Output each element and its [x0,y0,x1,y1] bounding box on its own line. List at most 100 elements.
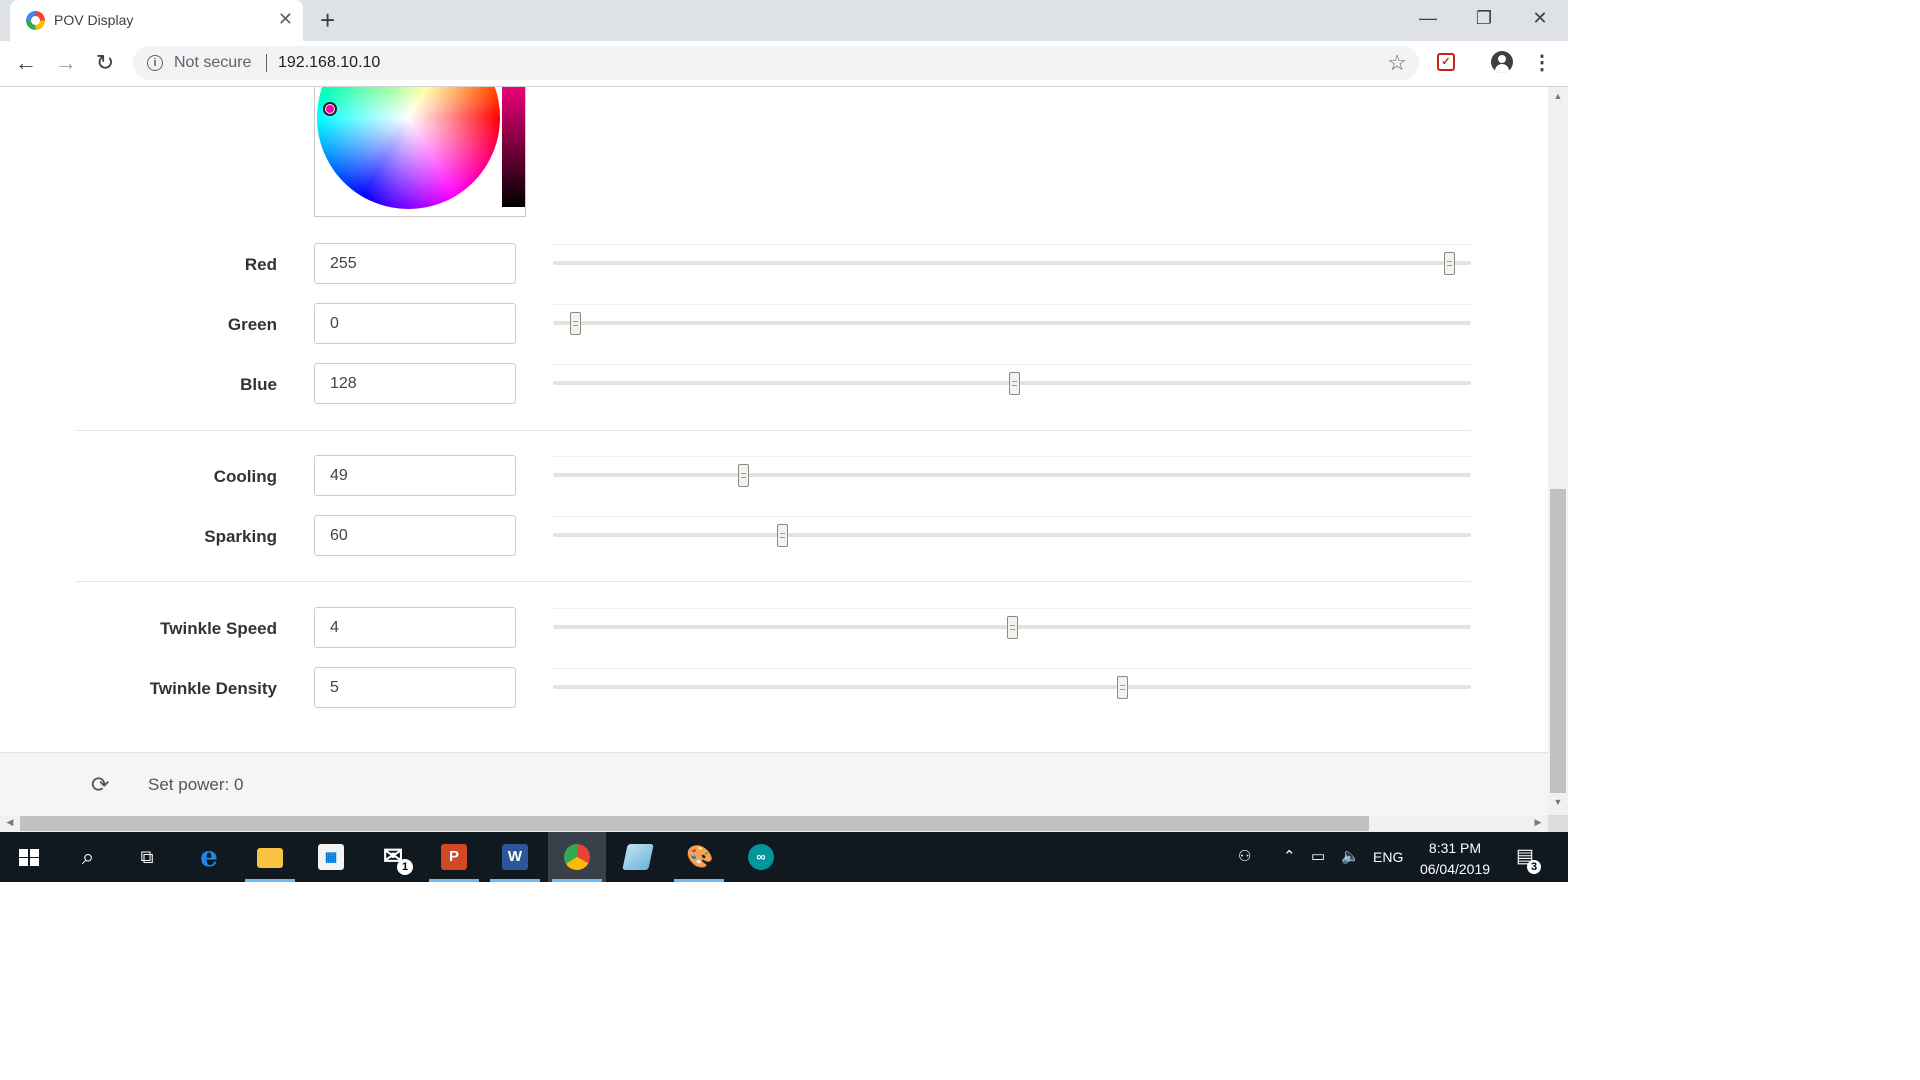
language-indicator[interactable]: ENG [1373,849,1403,865]
tab-pov-display[interactable]: POV Display ✕ [10,0,303,41]
mail-taskbar-button[interactable]: ✉ 1 [364,832,422,882]
red-slider[interactable] [553,244,1471,284]
paint-palette-icon: 🎨 [686,844,714,869]
start-button[interactable] [0,832,58,882]
windows-logo-icon [19,849,39,866]
section-divider [76,430,1471,431]
sparking-input[interactable]: 60 [314,515,516,556]
chevron-up-icon[interactable]: ⌃ [1283,847,1296,865]
red-label: Red [244,255,277,274]
forward-arrow-icon[interactable]: → [52,50,80,78]
sparking-slider[interactable] [553,516,1471,556]
brightness-strip[interactable] [502,87,525,207]
clock[interactable]: 8:31 PM 06/04/2019 [1405,838,1505,880]
word-taskbar-button[interactable]: W [486,832,544,882]
vertical-scroll-thumb[interactable] [1550,489,1566,793]
task-view-button[interactable]: ⧉ [118,832,176,882]
battery-icon[interactable]: ▭ [1311,847,1325,865]
profile-icon[interactable] [1491,51,1513,73]
vertical-scrollbar[interactable]: ▲ ▼ [1548,87,1568,815]
search-button[interactable]: ⌕ [59,832,117,882]
notification-count: 3 [1527,860,1541,874]
slider-thumb[interactable] [1443,252,1455,275]
scroll-left-icon[interactable]: ◀ [2,817,18,828]
minimize-button[interactable]: — [1400,4,1456,34]
tab-strip: POV Display ✕ + — ❐ ✕ [0,0,1568,41]
clock-time: 8:31 PM [1428,840,1482,856]
green-slider[interactable] [553,304,1471,344]
refresh-icon[interactable]: ⟳ [91,772,109,798]
twinkle-speed-label: Twinkle Speed [160,619,277,638]
slider-thumb[interactable] [570,312,582,335]
paint-taskbar-button[interactable]: 🎨 [670,832,728,882]
close-window-button[interactable]: ✕ [1512,4,1568,34]
page-viewport: Red 255 Green 0 Blue 128 Cooling 49 Spar… [0,87,1548,815]
bookmark-star-icon[interactable]: ☆ [1387,50,1407,76]
section-divider [76,581,1471,582]
scroll-right-icon[interactable]: ▶ [1530,817,1546,828]
slider-thumb[interactable] [738,464,750,487]
cooling-slider[interactable] [553,456,1471,496]
slider-thumb[interactable] [1117,676,1129,699]
horizontal-scrollbar[interactable]: ◀ ▶ [0,815,1548,832]
store-icon: ▦ [318,844,344,870]
color-wheel-handle[interactable] [323,102,337,116]
slider-thumb[interactable] [1007,616,1018,639]
powerpoint-taskbar-button[interactable]: P [425,832,483,882]
twinkle-speed-slider[interactable] [553,608,1471,648]
slider-thumb[interactable] [1008,372,1020,395]
power-status: Set power: 0 [148,775,244,794]
powerpoint-icon: P [441,844,467,870]
status-footer: ⟳ Set power: 0 [0,752,1548,815]
browser-toolbar: ← → ↻ i Not secure 192.168.10.10 ☆ ✓ ⋮ [0,41,1568,87]
scroll-up-icon[interactable]: ▲ [1550,91,1566,101]
scroll-down-icon[interactable]: ▼ [1550,797,1566,807]
slider-track [553,516,1471,537]
edge-icon: e [200,840,218,873]
people-icon[interactable]: ⚇ [1238,847,1251,865]
color-wheel[interactable] [317,87,500,209]
pocket-extension-icon[interactable]: ✓ [1437,53,1455,71]
blue-input[interactable]: 128 [314,363,516,404]
task-view-icon: ⧉ [140,847,154,867]
red-input[interactable]: 255 [314,243,516,284]
slider-track [553,304,1471,325]
twinkle-speed-input[interactable]: 4 [314,607,516,648]
blue-slider[interactable] [553,364,1471,404]
slider-thumb[interactable] [776,524,788,547]
reload-icon[interactable]: ↻ [91,50,119,78]
notes-taskbar-button[interactable] [609,832,667,882]
restore-button[interactable]: ❐ [1456,4,1512,34]
green-input[interactable]: 0 [314,303,516,344]
color-picker[interactable] [314,87,526,217]
folder-icon [257,848,283,868]
word-icon: W [502,844,528,870]
slider-track [553,456,1471,477]
arduino-taskbar-button[interactable]: ∞ [732,832,790,882]
scrollbar-corner [1548,815,1568,832]
omnibox-separator [266,54,267,72]
address-bar[interactable]: i Not secure 192.168.10.10 ☆ [133,46,1419,80]
edge-taskbar-button[interactable]: e [180,832,238,882]
slider-track [553,244,1471,265]
twinkle-density-input[interactable]: 5 [314,667,516,708]
horizontal-scroll-thumb[interactable] [20,816,1369,831]
file-explorer-taskbar-button[interactable] [241,832,299,882]
info-icon[interactable]: i [147,55,163,71]
back-arrow-icon[interactable]: ← [12,50,40,78]
new-tab-button[interactable]: + [320,6,335,34]
cooling-label: Cooling [213,467,277,486]
sparking-label: Sparking [204,527,277,546]
url-text[interactable]: 192.168.10.10 [278,54,380,72]
security-label[interactable]: Not secure [174,54,251,72]
twinkle-density-slider[interactable] [553,668,1471,708]
store-taskbar-button[interactable]: ▦ [302,832,360,882]
chrome-icon [564,844,590,870]
volume-icon[interactable]: 🔈 [1341,847,1360,865]
kebab-menu-icon[interactable]: ⋮ [1532,50,1552,75]
cooling-input[interactable]: 49 [314,455,516,496]
mail-badge: 1 [397,859,413,875]
chrome-taskbar-button[interactable] [548,832,606,882]
tab-close-button[interactable]: ✕ [278,9,293,29]
blue-label: Blue [240,375,277,394]
